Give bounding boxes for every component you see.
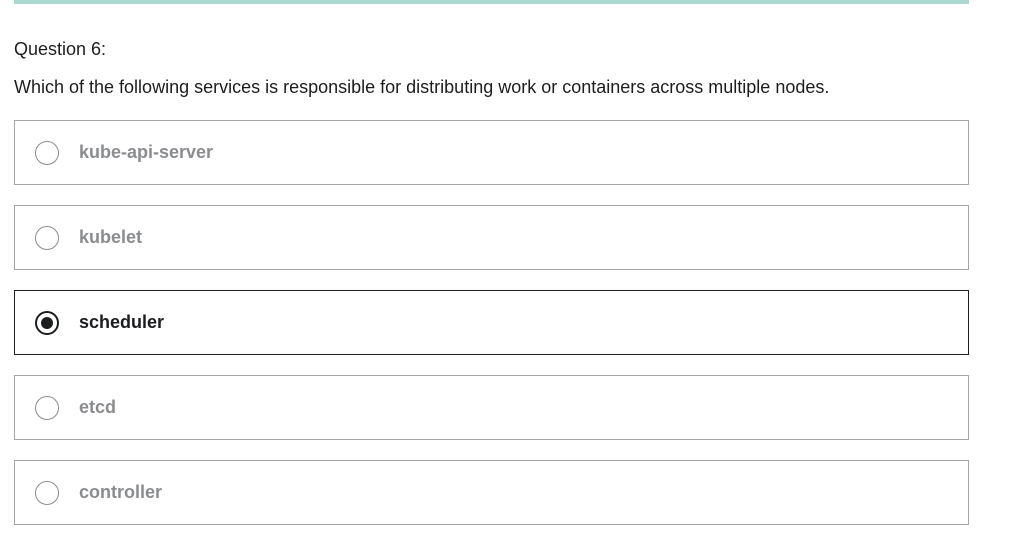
answer-label: scheduler <box>79 312 165 332</box>
radio-button-icon[interactable] <box>35 395 59 420</box>
answer-option-kube-api-server[interactable]: kube-api-server <box>14 120 969 185</box>
answer-option-scheduler[interactable]: scheduler <box>14 290 969 355</box>
radio-button-icon[interactable] <box>35 310 59 335</box>
radio-button-icon[interactable] <box>35 140 59 165</box>
radio-button-icon[interactable] <box>35 480 59 505</box>
radio-button-icon[interactable] <box>35 225 59 250</box>
progress-accent-bar <box>14 0 969 4</box>
question-text: Which of the following services is respo… <box>14 77 830 97</box>
answer-label: kubelet <box>79 227 143 247</box>
question-number: Question 6: <box>14 39 107 59</box>
answer-option-etcd[interactable]: etcd <box>14 375 969 440</box>
radio-selected-dot-icon <box>41 316 53 329</box>
answer-label: controller <box>79 482 163 502</box>
answer-label: etcd <box>79 397 117 417</box>
answer-list: kube-api-server kubelet scheduler etcd c… <box>14 120 969 545</box>
answer-label: kube-api-server <box>79 142 214 162</box>
answer-option-controller[interactable]: controller <box>14 460 969 525</box>
answer-option-kubelet[interactable]: kubelet <box>14 205 969 270</box>
